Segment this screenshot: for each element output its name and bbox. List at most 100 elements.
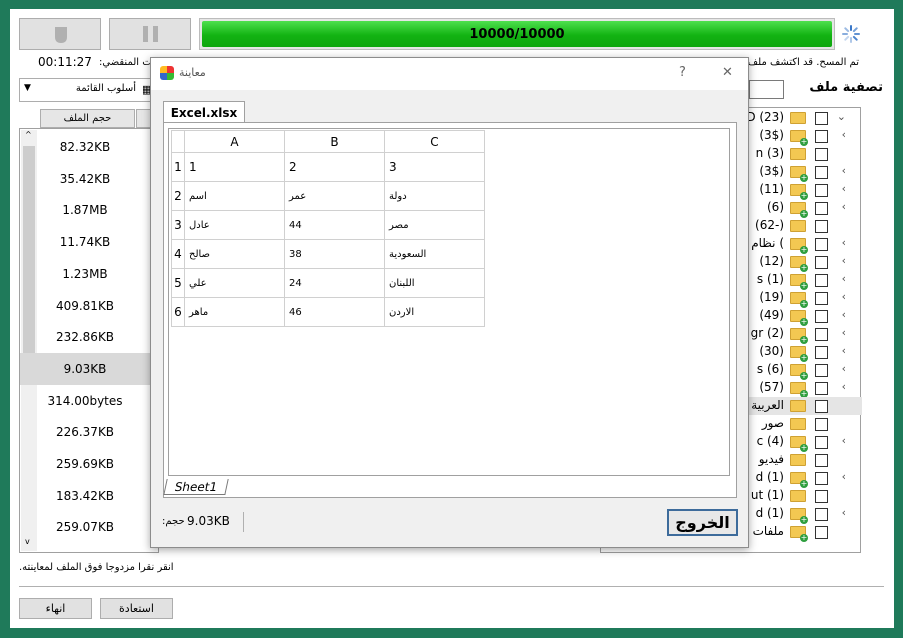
tree-item-checkbox[interactable]	[815, 508, 828, 521]
collapse-icon[interactable]: ‹	[842, 506, 846, 519]
collapse-icon[interactable]: ‹	[842, 380, 846, 393]
file-size-item[interactable]: 82.32KB	[20, 131, 150, 163]
collapse-icon[interactable]: ‹	[842, 290, 846, 303]
cell[interactable]: 46	[284, 297, 385, 327]
finish-button[interactable]: انهاء	[19, 598, 92, 619]
cell[interactable]: عمر	[284, 181, 385, 211]
cell[interactable]: علي	[184, 268, 285, 298]
collapse-icon[interactable]: ‹	[842, 182, 846, 195]
tree-item-label: فيديو	[758, 452, 784, 466]
cell[interactable]: 2	[284, 152, 385, 182]
collapse-icon[interactable]: ‹	[842, 326, 846, 339]
list-style-dropdown[interactable]: ▼ ▦ أسلوب القائمة	[19, 78, 159, 102]
close-icon[interactable]: ✕	[722, 65, 733, 80]
file-size-item[interactable]: 9.03KB	[20, 352, 150, 385]
dropdown-arrow-icon: ▼	[24, 83, 31, 93]
tree-item-checkbox[interactable]	[815, 292, 828, 305]
cell[interactable]: صالح	[184, 239, 285, 269]
collapse-icon[interactable]: ‹	[842, 164, 846, 177]
tree-item-checkbox[interactable]	[815, 166, 828, 179]
file-size-item[interactable]: 35.42KB	[20, 163, 150, 195]
row-header[interactable]: 3	[171, 210, 185, 240]
help-button[interactable]: ?	[679, 65, 686, 80]
tree-item-checkbox[interactable]	[815, 148, 828, 161]
tree-item-checkbox[interactable]	[815, 184, 828, 197]
cell[interactable]: 1	[184, 152, 285, 182]
tree-item-checkbox[interactable]	[815, 328, 828, 341]
cell[interactable]: عادل	[184, 210, 285, 240]
collapse-icon[interactable]: ‹	[842, 272, 846, 285]
expand-icon[interactable]: ⌄	[837, 110, 846, 123]
cell[interactable]: دولة	[384, 181, 485, 211]
column-header-a[interactable]: A	[184, 130, 285, 153]
column-header-c[interactable]: C	[384, 130, 485, 153]
tree-item-checkbox[interactable]	[815, 274, 828, 287]
file-size-item[interactable]: 226.37KB	[20, 416, 150, 448]
file-tab[interactable]: Excel.xlsx	[163, 101, 245, 123]
cell[interactable]: الاردن	[384, 297, 485, 327]
cell[interactable]: مصر	[384, 210, 485, 240]
recover-button[interactable]: استعادة	[100, 598, 173, 619]
tree-item-checkbox[interactable]	[815, 238, 828, 251]
row-header[interactable]: 5	[171, 268, 185, 298]
tree-item-checkbox[interactable]	[815, 418, 828, 431]
cell[interactable]: ماهر	[184, 297, 285, 327]
tree-item-checkbox[interactable]	[815, 202, 828, 215]
collapse-icon[interactable]: ‹	[842, 362, 846, 375]
tree-item-checkbox[interactable]	[815, 346, 828, 359]
collapse-icon[interactable]: ‹	[842, 344, 846, 357]
collapse-icon[interactable]: ‹	[842, 128, 846, 141]
file-size-item[interactable]: 259.07KB	[20, 511, 150, 543]
tree-item-checkbox[interactable]	[815, 454, 828, 467]
file-size-item[interactable]: 1.87MB	[20, 194, 150, 226]
file-size-item[interactable]: 409.81KB	[20, 290, 150, 322]
file-size-item[interactable]: 11.74KB	[20, 226, 150, 258]
file-size-item[interactable]: 259.69KB	[20, 448, 150, 480]
cell[interactable]: 38	[284, 239, 385, 269]
tree-item-checkbox[interactable]	[815, 382, 828, 395]
row-header[interactable]: 6	[171, 297, 185, 327]
file-size-item[interactable]: 183.42KB	[20, 480, 150, 512]
sheet-tab[interactable]: Sheet1	[163, 479, 229, 495]
tree-item-label: d (1)	[755, 506, 784, 520]
collapse-icon[interactable]: ‹	[842, 200, 846, 213]
column-header-file-size[interactable]: حجم الملف	[40, 109, 135, 128]
tree-item-checkbox[interactable]	[815, 436, 828, 449]
tree-item-checkbox[interactable]	[815, 256, 828, 269]
cell[interactable]: اللبنان	[384, 268, 485, 298]
tree-item-checkbox[interactable]	[815, 472, 828, 485]
stop-button[interactable]	[19, 18, 101, 50]
cell[interactable]: 44	[284, 210, 385, 240]
cell[interactable]: السعودية	[384, 239, 485, 269]
collapse-icon[interactable]: ‹	[842, 254, 846, 267]
collapse-icon[interactable]: ‹	[842, 434, 846, 447]
tree-item-checkbox[interactable]	[815, 400, 828, 413]
cell[interactable]: 24	[284, 268, 385, 298]
collapse-icon[interactable]: ‹	[842, 236, 846, 249]
cell[interactable]: اسم	[184, 181, 285, 211]
pause-button[interactable]	[109, 18, 191, 50]
exit-button[interactable]: الخروج	[667, 509, 738, 536]
tree-item-checkbox[interactable]	[815, 130, 828, 143]
row-header[interactable]: 1	[171, 152, 185, 182]
tree-item-checkbox[interactable]	[815, 220, 828, 233]
tree-item-checkbox[interactable]	[815, 526, 828, 539]
folder-add-icon	[790, 310, 808, 326]
collapse-icon[interactable]: ‹	[842, 308, 846, 321]
cell[interactable]: 3	[384, 152, 485, 182]
tree-item-checkbox[interactable]	[815, 490, 828, 503]
tree-item-checkbox[interactable]	[815, 310, 828, 323]
collapse-icon[interactable]: ‹	[842, 470, 846, 483]
filter-label: تصفية ملف	[809, 80, 883, 95]
corner-cell	[171, 130, 185, 153]
file-size-item[interactable]: 314.00bytes	[20, 385, 150, 417]
file-size-item[interactable]: 1.23MB	[20, 258, 150, 290]
row-header[interactable]: 4	[171, 239, 185, 269]
file-size-item[interactable]: 232.86KB	[20, 321, 150, 353]
tree-item-checkbox[interactable]	[815, 364, 828, 377]
tree-item-checkbox[interactable]	[815, 112, 828, 125]
filter-input[interactable]	[749, 80, 784, 99]
column-header-b[interactable]: B	[284, 130, 385, 153]
dialog-titlebar[interactable]: معاينة ? ✕	[151, 58, 748, 90]
row-header[interactable]: 2	[171, 181, 185, 211]
